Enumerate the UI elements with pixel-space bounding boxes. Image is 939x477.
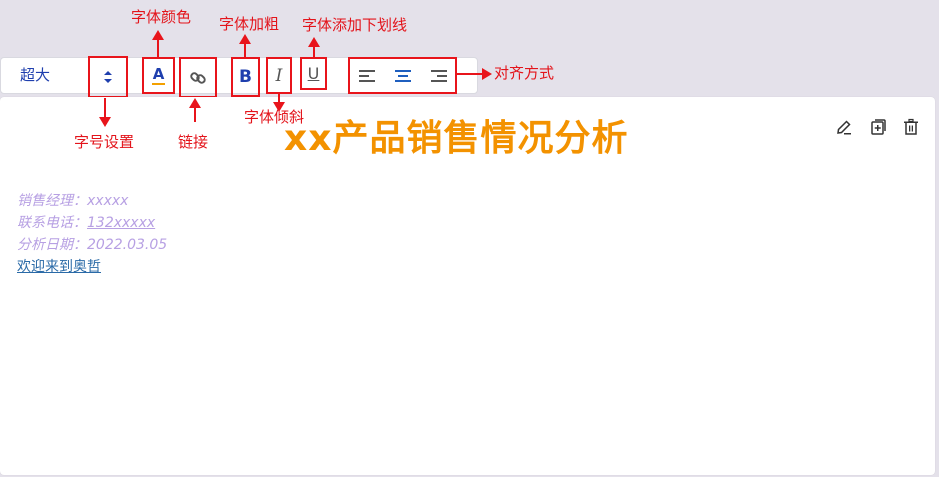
arrowhead-link [189, 98, 201, 108]
arrowhead-underline [308, 37, 320, 47]
sales-manager-text: 销售经理：xxxxx [17, 193, 129, 209]
annotation-font-size: 字号设置 [74, 133, 135, 151]
annotation-link: 链接 [178, 133, 209, 151]
edit-icon [837, 120, 851, 135]
arrowhead-bold [239, 34, 251, 44]
align-group [348, 57, 457, 94]
font-color-glyph: A [152, 64, 165, 83]
link-icon [190, 71, 206, 84]
arrowhead-align [482, 68, 492, 80]
annotation-font-color: 字体颜色 [131, 8, 192, 26]
align-left-icon[interactable] [358, 69, 377, 83]
edit-button[interactable] [833, 116, 855, 138]
annotation-italic: 字体倾斜 [244, 108, 305, 126]
phone-label: 联系电话： [17, 215, 87, 231]
italic-button[interactable]: I [266, 57, 292, 94]
analysis-date-text: 分析日期：2022.03.05 [17, 237, 168, 253]
link-button[interactable] [179, 57, 217, 98]
font-color-button[interactable]: A [142, 57, 175, 94]
align-right-icon[interactable] [429, 69, 447, 83]
bold-button[interactable]: B [231, 57, 260, 97]
annotation-bold: 字体加粗 [219, 15, 280, 33]
arrowhead-font-size [99, 117, 111, 127]
font-color-icon: A [152, 64, 165, 85]
page-title: xx产品销售情况分析 [284, 118, 629, 159]
copy-add-icon [871, 119, 886, 135]
underline-icon: U [307, 64, 320, 83]
arrow-align [457, 73, 483, 75]
phone-value-link[interactable]: 132xxxxx [87, 215, 155, 231]
phone-text: 联系电话：132xxxxx [17, 216, 155, 230]
select-arrows-icon [104, 71, 112, 83]
arrow-link [194, 106, 196, 122]
align-center-icon[interactable] [394, 69, 412, 83]
arrow-bold [244, 42, 246, 57]
font-color-bar [152, 82, 165, 85]
arrowhead-font-color [152, 30, 164, 40]
delete-button[interactable] [900, 116, 922, 138]
bold-icon: B [239, 67, 252, 87]
welcome-link[interactable]: 欢迎来到奥哲 [17, 260, 101, 274]
trash-icon [904, 118, 918, 135]
underline-button[interactable]: U [300, 57, 327, 90]
annotation-underline: 字体添加下划线 [302, 16, 408, 34]
arrow-font-size [104, 98, 106, 119]
copy-add-button[interactable] [867, 116, 889, 138]
font-size-select-value[interactable]: 超大 [20, 64, 50, 85]
font-size-select-box[interactable] [88, 56, 128, 98]
annotation-align: 对齐方式 [494, 64, 555, 82]
italic-icon: I [275, 65, 283, 86]
